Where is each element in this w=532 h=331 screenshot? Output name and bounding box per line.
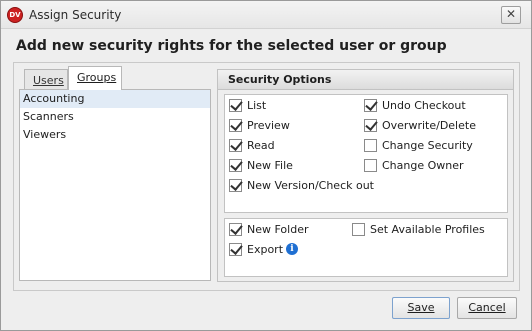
tab-users[interactable]: Users [24,69,68,90]
checkbox-change-security[interactable]: Change Security [364,139,473,155]
checkbox-change-owner-box[interactable] [364,159,377,172]
checkbox-new-file[interactable]: New File [229,159,293,175]
checkbox-set-available-profiles[interactable]: Set Available Profiles [352,223,485,239]
list-item-viewers[interactable]: Viewers [20,126,210,144]
checkbox-new-version-label: New Version/Check out [247,179,374,192]
tab-groups-label: Groups [77,71,117,84]
checkbox-list-label: List [247,99,267,112]
app-logo-icon: DV [7,7,23,23]
window-title: Assign Security [29,8,122,22]
secondary-options-box: New Folder Export i Set Available Profile… [224,218,508,277]
security-options-header: Security Options [218,70,513,90]
checkbox-change-owner-label: Change Owner [382,159,464,172]
checkbox-undo-checkout-label: Undo Checkout [382,99,466,112]
checkbox-export-label: Export [247,243,284,256]
security-options-panel: Security Options List Preview Read New F… [217,69,514,282]
checkbox-new-folder-label: New Folder [247,223,309,236]
list-item-scanners[interactable]: Scanners [20,108,210,126]
dialog-heading: Add new security rights for the selected… [16,38,447,54]
assign-security-dialog: DV Assign Security ✕ Add new security ri… [0,0,532,331]
checkbox-export-box[interactable] [229,243,242,256]
checkbox-change-security-label: Change Security [382,139,473,152]
checkbox-new-folder[interactable]: New Folder [229,223,308,239]
checkbox-export[interactable]: Export i [229,243,299,259]
save-button[interactable]: Save [392,297,450,319]
checkbox-new-file-box[interactable] [229,159,242,172]
checkbox-new-folder-box[interactable] [229,223,242,236]
checkbox-preview[interactable]: Preview [229,119,290,135]
checkbox-undo-checkout[interactable]: Undo Checkout [364,99,466,115]
checkbox-set-available-profiles-label: Set Available Profiles [370,223,485,236]
checkbox-overwrite-delete[interactable]: Overwrite/Delete [364,119,476,135]
title-bar: DV Assign Security ✕ [1,1,531,29]
list-item-accounting[interactable]: Accounting [20,90,210,108]
checkbox-overwrite-delete-label: Overwrite/Delete [382,119,476,132]
checkbox-new-version[interactable]: New Version/Check out [229,179,374,195]
checkbox-read-box[interactable] [229,139,242,152]
cancel-button[interactable]: Cancel [457,297,517,319]
checkbox-preview-box[interactable] [229,119,242,132]
checkbox-list[interactable]: List [229,99,266,115]
checkbox-new-version-box[interactable] [229,179,242,192]
tab-users-label: Users [33,74,64,87]
checkbox-read-label: Read [247,139,275,152]
checkbox-list-box[interactable] [229,99,242,112]
checkbox-change-security-box[interactable] [364,139,377,152]
save-button-label: Save [407,301,435,314]
groups-list: Accounting Scanners Viewers [19,89,211,281]
tab-groups[interactable]: Groups [68,66,122,90]
checkbox-change-owner[interactable]: Change Owner [364,159,464,175]
checkbox-read[interactable]: Read [229,139,275,155]
checkbox-undo-checkout-box[interactable] [364,99,377,112]
close-button[interactable]: ✕ [501,6,521,24]
checkbox-new-file-label: New File [247,159,293,172]
primary-options-box: List Preview Read New File New Version/C… [224,94,508,213]
checkbox-overwrite-delete-box[interactable] [364,119,377,132]
checkbox-set-available-profiles-box[interactable] [352,223,365,236]
cancel-button-label: Cancel [468,301,506,314]
info-icon[interactable]: i [286,243,299,255]
checkbox-preview-label: Preview [247,119,290,132]
